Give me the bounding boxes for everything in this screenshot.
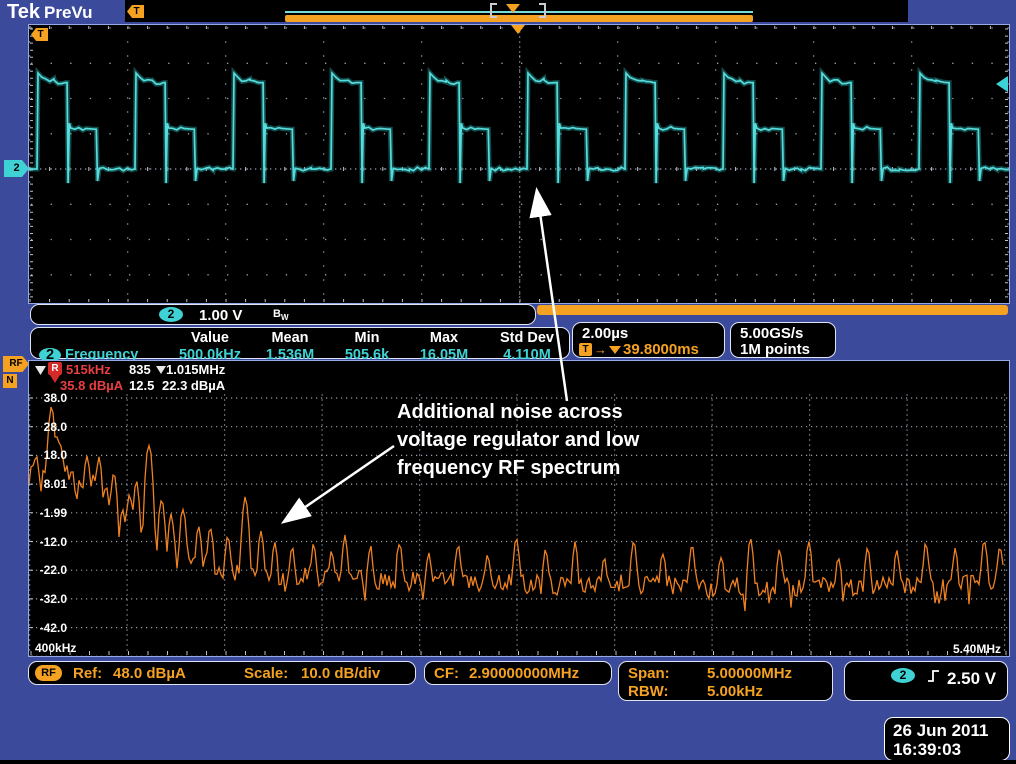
acquisition-mode-label: PreVu <box>44 3 93 23</box>
annotation-line: voltage regulator and low <box>397 426 639 454</box>
marker-triangle-icon <box>156 366 166 374</box>
meas-header-min: Min <box>329 330 405 346</box>
rf-ref-value: 48.0 dBµA <box>113 665 186 682</box>
meas-header-value: Value <box>169 330 251 346</box>
channel2-scale-value: 1.00 V <box>199 307 242 324</box>
waveform-display: T <box>28 24 1010 304</box>
timebase-box[interactable]: 2.00µs T → 39.8000ms <box>572 322 725 358</box>
channel2-badge[interactable]: 2 <box>159 307 183 322</box>
overview-zoom-bar[interactable] <box>285 15 753 22</box>
bottom-edge-strip <box>0 760 1016 764</box>
tek-logo: Tek <box>7 1 40 24</box>
record-length: 1M points <box>740 341 810 358</box>
rf-time-bar <box>537 305 1008 315</box>
spectrum-start-frequency: 400kHz <box>35 641 76 655</box>
trigger-level-arrow-icon[interactable] <box>996 76 1008 92</box>
acquisition-box[interactable]: 5.00GS/s 1M points <box>730 322 836 358</box>
rf-channel-marker-icon[interactable]: RF <box>3 356 29 372</box>
rf-scale-value: 10.0 dB/div <box>301 665 380 682</box>
marker-2-frequency: 835 <box>129 362 151 377</box>
datetime-box: 26 Jun 2011 16:39:03 <box>884 717 1010 761</box>
waveform-plot <box>29 25 1009 303</box>
trigger-source-box[interactable]: 2 2.50 V <box>844 661 1008 701</box>
rbw-value: 5.00kHz <box>707 683 763 700</box>
meas-spacer <box>39 330 169 346</box>
cf-value: 2.90000000MHz <box>469 665 579 682</box>
marker-3-frequency: 1.015MHz <box>166 362 225 377</box>
oscilloscope-screen: Tek PreVu T T 2 2 1.00 V BW Value Mean M… <box>0 0 1016 764</box>
meas-header-stddev: Std Dev <box>483 330 571 346</box>
channel2-scale-box[interactable]: 2 1.00 V BW <box>30 304 536 325</box>
span-label: Span: <box>628 665 670 682</box>
trigger-position-icon <box>506 4 520 13</box>
rf-normal-trace-icon[interactable]: N <box>3 374 17 388</box>
trigger-channel-badge: 2 <box>891 668 915 683</box>
cf-label: CF: <box>434 665 459 682</box>
trigger-position-graticule-icon <box>511 25 525 34</box>
rbw-label: RBW: <box>628 683 669 700</box>
rf-ref-label: Ref: <box>73 665 102 682</box>
trigger-t-icon: T <box>127 5 144 18</box>
trigger-level-value: 2.50 V <box>947 669 996 689</box>
delay-triangle-icon <box>609 346 621 354</box>
time-value: 16:39:03 <box>893 740 961 760</box>
rf-badge: RF <box>35 665 62 681</box>
spectrum-stop-frequency: 5.40MHz <box>953 642 1001 656</box>
channel2-marker-icon[interactable]: 2 <box>4 160 29 177</box>
marker-2-amplitude: 12.5 <box>129 378 154 393</box>
rf-settings-box[interactable]: RF Ref: 48.0 dBµA Scale: 10.0 dB/div <box>28 661 416 685</box>
center-frequency-box[interactable]: CF: 2.90000000MHz <box>424 661 612 685</box>
marker-r-frequency: 515kHz <box>66 362 111 377</box>
annotation-line: Additional noise across <box>397 398 639 426</box>
rising-edge-icon <box>927 668 940 684</box>
meas-header-max: Max <box>405 330 483 346</box>
trigger-delay-value: 39.8000ms <box>623 341 699 358</box>
marker-3-amplitude: 22.3 dBµA <box>162 378 225 393</box>
annotation-line: frequency RF spectrum <box>397 454 639 482</box>
span-value: 5.00000MHz <box>707 665 792 682</box>
rf-scale-label: Scale: <box>244 665 288 682</box>
delay-arrow-icon: → <box>594 342 607 357</box>
window-bracket-left-icon[interactable] <box>490 3 497 18</box>
reference-marker-r-flag-icon[interactable]: R <box>48 362 62 375</box>
timebase-scale: 2.00µs <box>582 325 628 342</box>
measurement-box: Value Mean Min Max Std Dev 2 Frequency 5… <box>30 327 570 359</box>
marker-3-readout: 1.015MHz <box>156 362 225 377</box>
record-overview-strip: T <box>125 0 908 22</box>
window-bracket-right-icon[interactable] <box>539 3 546 18</box>
trigger-delay-readout: T → 39.8000ms <box>579 341 699 358</box>
date-value: 26 Jun 2011 <box>893 721 988 741</box>
marker-r-amplitude: 35.8 dBµA <box>60 378 123 393</box>
annotation-text: Additional noise across voltage regulato… <box>397 398 639 482</box>
bandwidth-limit-icon: BW <box>273 308 289 322</box>
span-rbw-box[interactable]: Span: 5.00000MHz RBW: 5.00kHz <box>618 661 833 701</box>
trigger-t-icon: T <box>579 343 592 356</box>
sample-rate: 5.00GS/s <box>740 325 803 342</box>
meas-header-mean: Mean <box>251 330 329 346</box>
